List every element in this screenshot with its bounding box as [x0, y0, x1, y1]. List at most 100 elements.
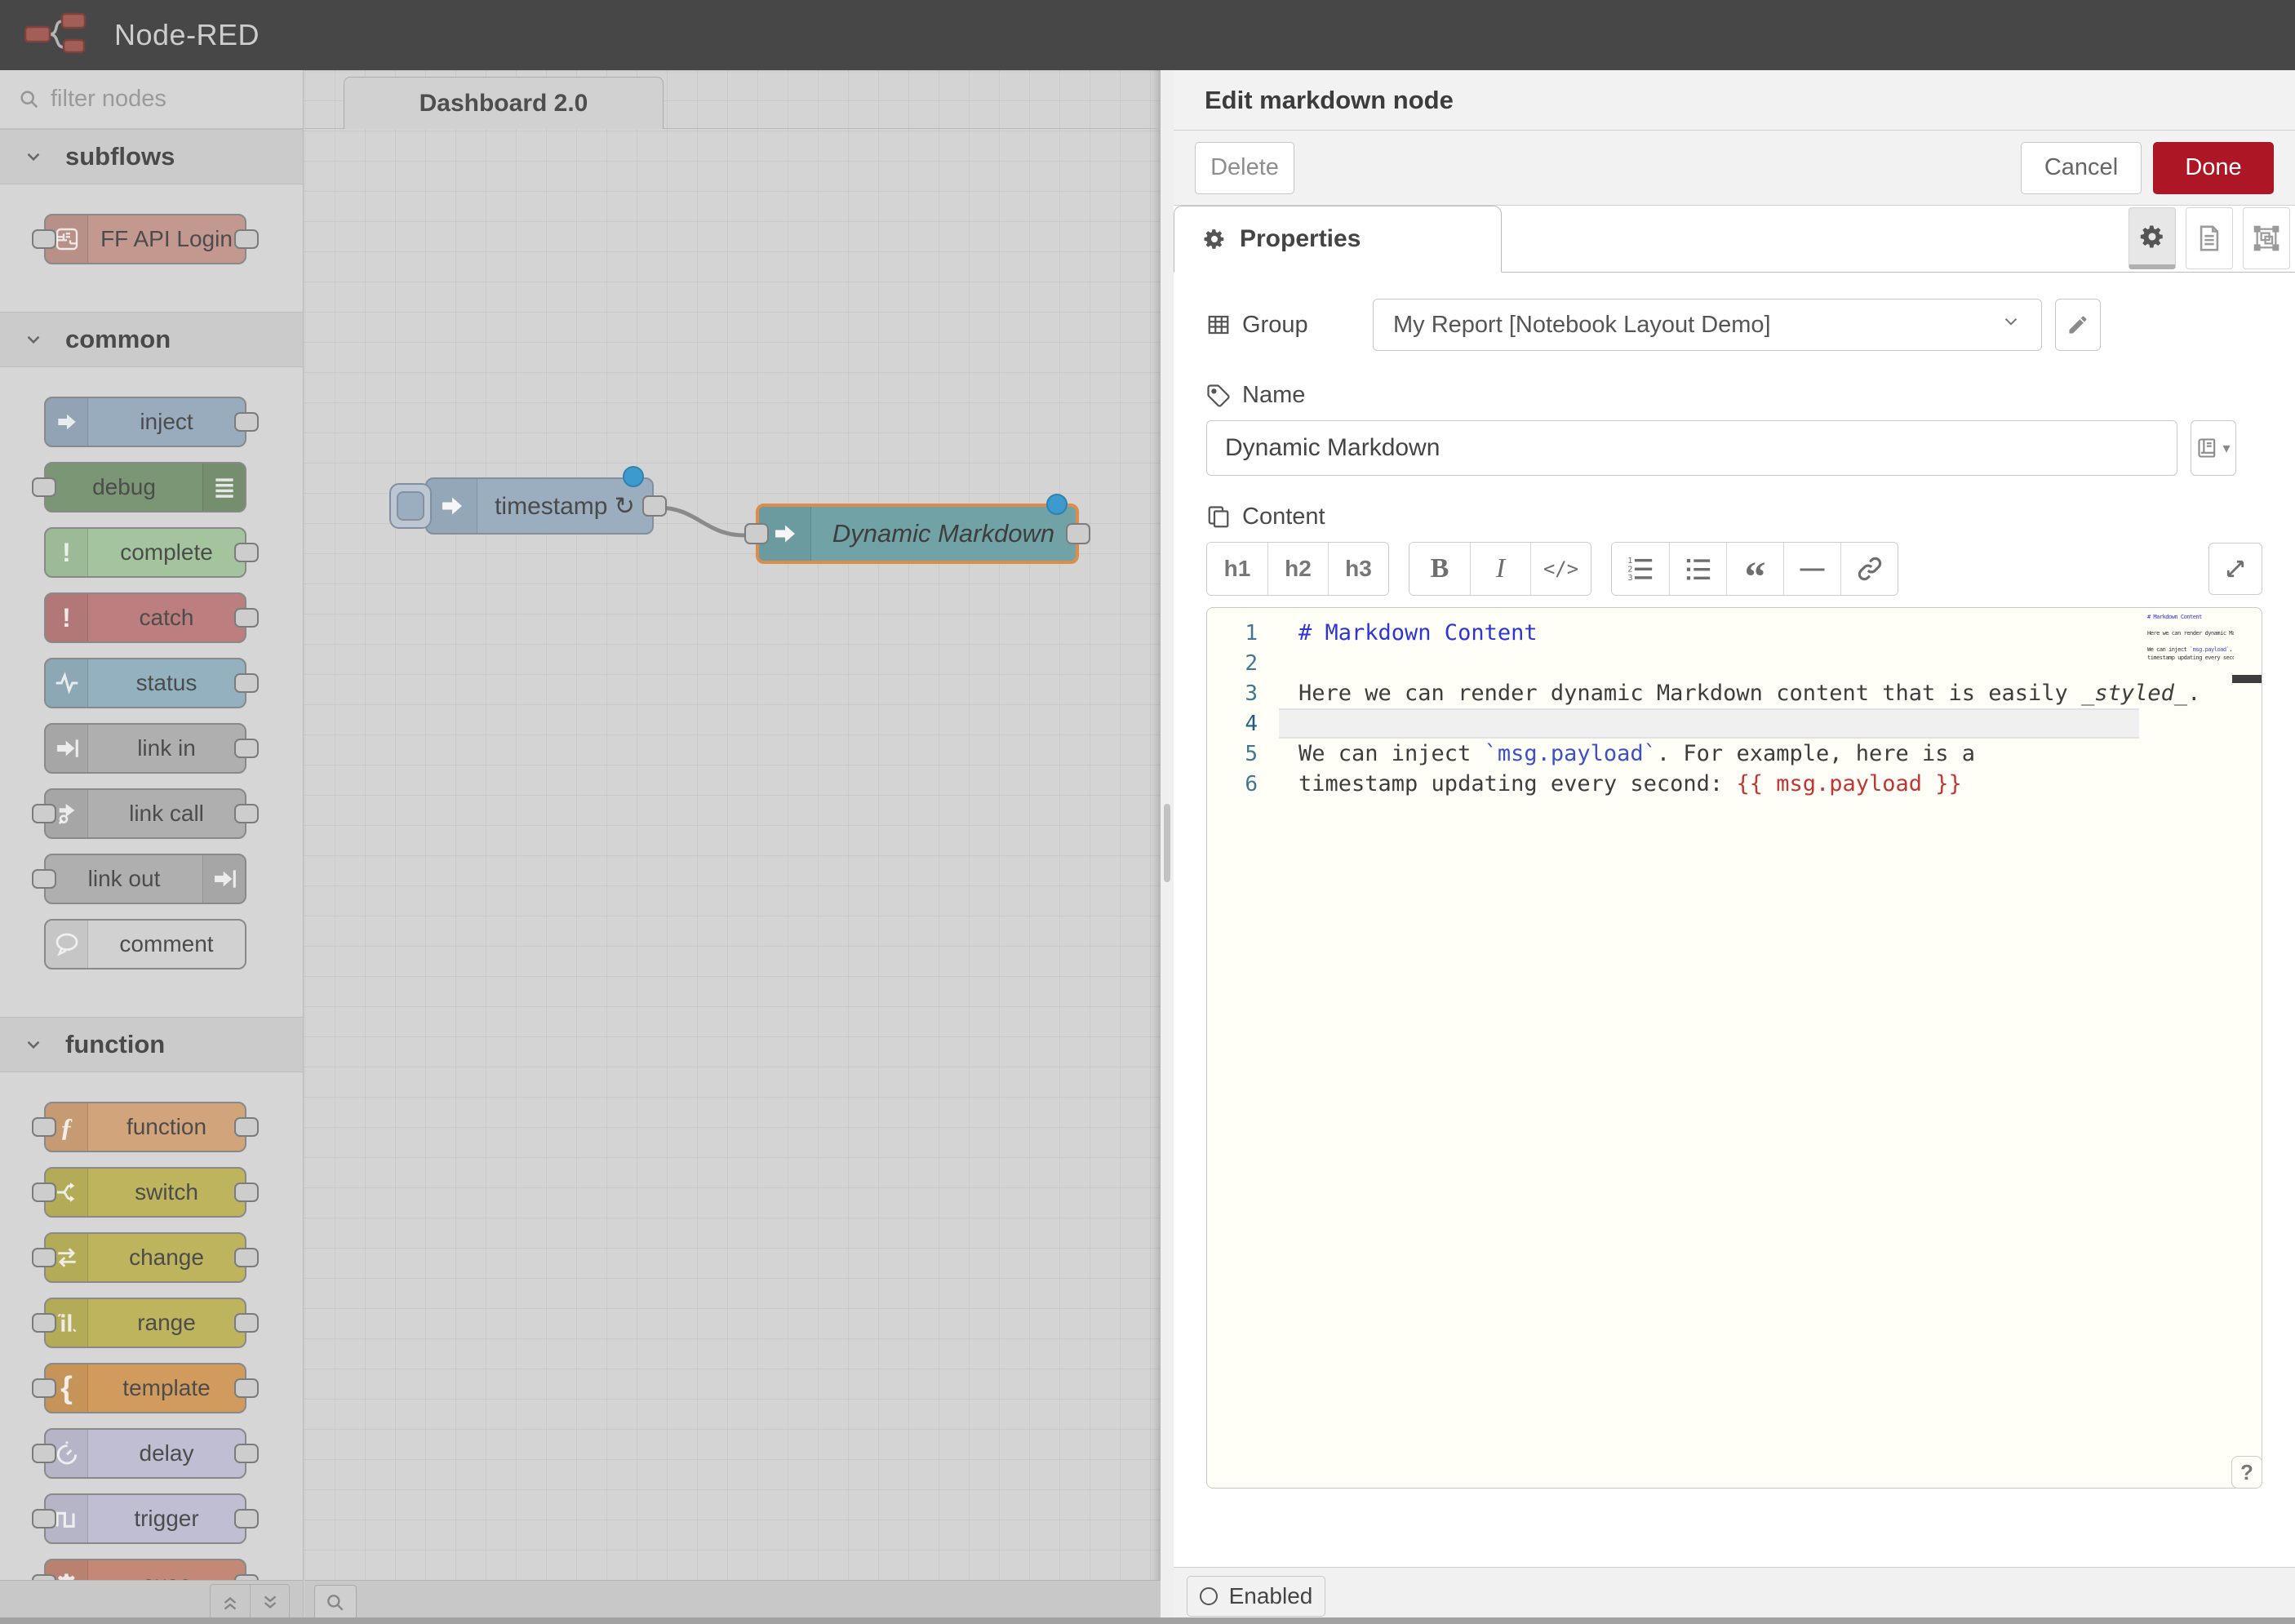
link-button[interactable]: [1840, 543, 1898, 595]
tab-properties[interactable]: Properties: [1174, 206, 1502, 273]
node-red-logo-icon: [24, 12, 100, 58]
description-icon-button[interactable]: [2186, 207, 2233, 269]
output-port[interactable]: [642, 495, 667, 517]
inject-arrow-icon: [427, 479, 477, 533]
palette-node-complete[interactable]: ! complete: [44, 527, 246, 578]
heading2-button[interactable]: h2: [1267, 543, 1328, 595]
typed-input-button[interactable]: ▾: [2191, 420, 2236, 476]
palette-node-change[interactable]: change: [44, 1232, 246, 1283]
palette-node-template[interactable]: { template: [44, 1363, 246, 1413]
inject-trigger-button[interactable]: [389, 483, 432, 529]
input-port: [32, 229, 56, 249]
group-select[interactable]: My Report [Notebook Layout Demo]: [1373, 299, 2042, 351]
palette-category-function[interactable]: function: [0, 1017, 303, 1072]
tray-resize-divider[interactable]: [1161, 70, 1174, 1624]
unordered-list-button[interactable]: [1669, 543, 1726, 595]
output-port[interactable]: [1066, 523, 1090, 544]
output-port: [234, 739, 259, 758]
palette-node-catch[interactable]: ! catch: [44, 592, 246, 643]
output-port: [234, 1183, 259, 1202]
tray-toolbar: Delete Cancel Done: [1174, 131, 2295, 206]
palette-node-status[interactable]: status: [44, 658, 246, 708]
drag-handle[interactable]: [1164, 804, 1170, 882]
palette-node-function[interactable]: ƒ function: [44, 1102, 246, 1152]
edit-group-button[interactable]: [2055, 299, 2101, 351]
palette-node-link-call[interactable]: link call: [44, 788, 246, 839]
canvas-search-button[interactable]: [314, 1585, 357, 1621]
link-out-arrow-icon: [202, 855, 245, 903]
palette-node-ff-api-login[interactable]: FF API Login: [44, 214, 246, 264]
chevron-down-icon: [23, 1034, 44, 1055]
done-button[interactable]: Done: [2153, 142, 2274, 194]
node-red-app: Node-RED subflows FF API Login com: [0, 0, 2295, 1624]
delete-button[interactable]: Delete: [1195, 142, 1294, 194]
input-port: [32, 1509, 56, 1529]
chevron-down-icon: [2000, 311, 2022, 339]
group-select-value: My Report [Notebook Layout Demo]: [1393, 312, 1771, 339]
document-icon: [2195, 224, 2223, 252]
palette-node-switch[interactable]: switch: [44, 1167, 246, 1218]
node-enabled-toggle[interactable]: Enabled: [1187, 1576, 1325, 1617]
expand-diagonal-icon: [2223, 557, 2248, 581]
palette-category-subflows[interactable]: subflows: [0, 129, 303, 184]
collapse-all-button[interactable]: [211, 1585, 250, 1621]
palette-node-range[interactable]: range: [44, 1298, 246, 1348]
ordered-list-button[interactable]: 123: [1612, 543, 1669, 595]
flow-node-dynamic-markdown[interactable]: Dynamic Markdown: [756, 504, 1079, 564]
palette-node-delay[interactable]: delay: [44, 1428, 246, 1479]
changed-indicator-dot: [1046, 494, 1068, 515]
link-chain-icon: [1856, 555, 1884, 583]
input-port: [32, 869, 56, 889]
input-port[interactable]: [744, 523, 769, 544]
expand-all-button[interactable]: [250, 1585, 289, 1621]
palette-node-link-in[interactable]: link in: [44, 723, 246, 774]
palette-node-link-out[interactable]: link out: [44, 854, 246, 904]
horizontal-rule-button[interactable]: —: [1783, 543, 1840, 595]
input-port: [32, 477, 56, 497]
tab-properties-label: Properties: [1240, 225, 1361, 253]
exclamation-icon: !: [46, 529, 88, 576]
chevron-down-icon: [23, 146, 44, 167]
output-port: [234, 543, 259, 562]
unordered-list-icon: [1685, 555, 1712, 583]
tab-dashboard-2[interactable]: Dashboard 2.0: [344, 77, 664, 129]
italic-button[interactable]: I: [1470, 543, 1530, 595]
palette-node-inject[interactable]: inject: [44, 397, 246, 447]
blockquote-button[interactable]: “: [1726, 543, 1783, 595]
scroll-indicator[interactable]: [2232, 675, 2262, 683]
node-label: Dynamic Markdown: [811, 507, 1076, 561]
flow-node-timestamp[interactable]: timestamp ↻: [425, 477, 654, 535]
tray-footer: Enabled: [1174, 1567, 2295, 1624]
palette-node-comment[interactable]: comment: [44, 919, 246, 970]
heading1-button[interactable]: h1: [1207, 543, 1267, 595]
output-port: [234, 412, 259, 432]
editor-help-button[interactable]: ?: [2231, 1456, 2262, 1489]
heading3-button[interactable]: h3: [1328, 543, 1388, 595]
properties-icon-button[interactable]: [2129, 207, 2176, 269]
bold-button[interactable]: B: [1409, 543, 1470, 595]
expand-editor-button[interactable]: [2208, 543, 2262, 595]
code-line: 5 We can inject `msg.payload`. For examp…: [1207, 739, 2262, 769]
name-input[interactable]: [1206, 420, 2177, 476]
flow-canvas[interactable]: Dashboard 2.0 timestamp ↻ Dynamic Markdo…: [304, 70, 1161, 1624]
wire: [304, 70, 1161, 1624]
appearance-icon-button[interactable]: [2243, 207, 2290, 269]
input-port: [32, 804, 56, 823]
input-port: [32, 1378, 56, 1398]
output-port: [234, 1248, 259, 1267]
svg-text:2: 2: [1627, 566, 1632, 575]
code-button[interactable]: </>: [1530, 543, 1591, 595]
palette-node-trigger[interactable]: trigger: [44, 1493, 246, 1544]
palette-filter-input[interactable]: [51, 86, 279, 113]
tag-icon: [1206, 384, 1231, 408]
markdown-code-editor[interactable]: 1 # Markdown Content 2 3 Here we can ren…: [1206, 607, 2262, 1489]
editor-minimap[interactable]: # Markdown Content Here we can render dy…: [2147, 613, 2234, 670]
exclamation-icon: !: [46, 594, 88, 641]
name-field-label: Name: [1206, 382, 1305, 409]
palette-filter[interactable]: [0, 70, 303, 129]
palette-category-common[interactable]: common: [0, 312, 303, 367]
cancel-button[interactable]: Cancel: [2021, 142, 2142, 194]
appearance-icon: [2253, 224, 2280, 252]
palette-node-debug[interactable]: debug: [44, 462, 246, 512]
comment-bubble-icon: [46, 921, 88, 968]
